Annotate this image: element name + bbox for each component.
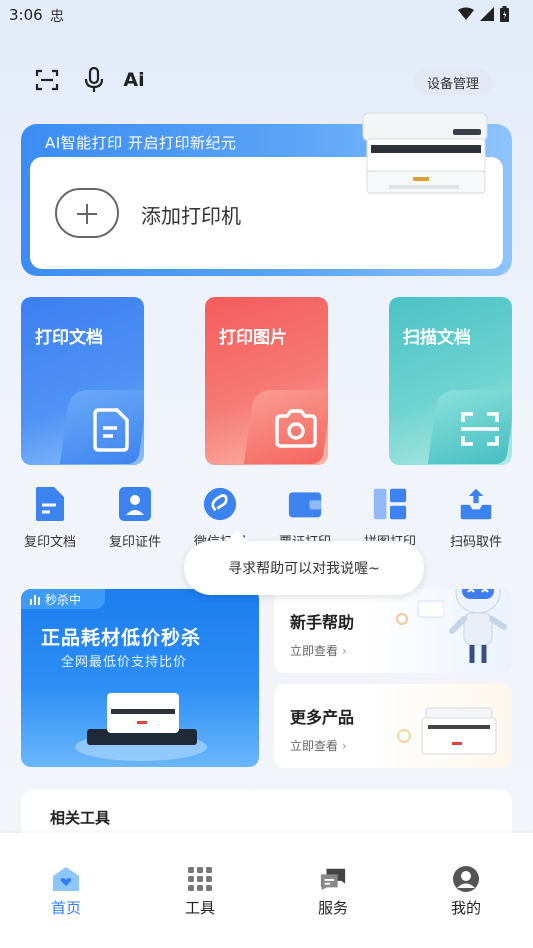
tool-label: 复印证件 bbox=[108, 535, 161, 550]
scan-icon[interactable] bbox=[34, 67, 60, 93]
bar-chart-icon bbox=[30, 595, 40, 605]
tool-copy-document[interactable]: 复印文档 bbox=[20, 484, 80, 550]
help-card-link-label: 立即查看 bbox=[290, 644, 339, 658]
status-indicators bbox=[458, 6, 509, 22]
more-card-link[interactable]: 立即查看 › bbox=[290, 737, 347, 754]
more-card-link-label: 立即查看 bbox=[290, 739, 339, 753]
tab-label: 首页 bbox=[50, 899, 81, 917]
related-tools-title: 相关工具 bbox=[50, 809, 111, 827]
battery-icon bbox=[500, 6, 509, 22]
tool-copy-id[interactable]: 复印证件 bbox=[105, 484, 165, 550]
tab-service[interactable]: 服务 bbox=[303, 865, 363, 918]
scan-frame-icon bbox=[461, 412, 499, 446]
print-document-card[interactable]: 打印文档 bbox=[21, 297, 144, 465]
banner-slogan: AI智能打印 开启打印新纪元 bbox=[45, 134, 237, 152]
print-photo-label: 打印图片 bbox=[219, 328, 287, 348]
printer-illustration bbox=[362, 112, 488, 194]
device-manage-button[interactable]: 设备管理 bbox=[414, 69, 492, 95]
notification-icon: 忠 bbox=[50, 9, 64, 25]
ai-label: Ai bbox=[123, 69, 145, 91]
signal-icon bbox=[480, 7, 494, 21]
wifi-icon bbox=[458, 7, 474, 20]
home-icon bbox=[52, 865, 80, 893]
promo-printer-illustration bbox=[75, 693, 207, 761]
flash-sale-tag: 秒杀中 bbox=[21, 589, 105, 609]
microphone-icon[interactable] bbox=[81, 67, 107, 93]
promo-subtitle: 全网最低价支持比价 bbox=[61, 655, 188, 670]
printer-product-illustration bbox=[397, 707, 497, 755]
tab-label: 我的 bbox=[450, 899, 481, 917]
camera-icon bbox=[275, 409, 317, 448]
assistant-speech-bubble: 寻求帮助可以对我说喔~ bbox=[184, 541, 424, 595]
promo-title-a: 正品耗材 bbox=[41, 627, 122, 649]
help-card-title: 新手帮助 bbox=[290, 613, 355, 632]
status-bar: 3:06 忠 bbox=[0, 0, 533, 30]
status-time: 3:06 bbox=[9, 6, 43, 24]
beginner-help-card[interactable]: 新手帮助 立即查看 › bbox=[274, 589, 512, 673]
tab-home[interactable]: 首页 bbox=[36, 865, 96, 918]
scan-document-label: 扫描文档 bbox=[403, 328, 471, 348]
tool-scan-pickup[interactable]: 扫码取件 bbox=[446, 484, 506, 550]
print-document-label: 打印文档 bbox=[35, 328, 103, 348]
tool-label: 复印文档 bbox=[23, 535, 76, 550]
document-icon bbox=[93, 408, 129, 452]
ai-assistant-button[interactable]: Ai bbox=[120, 67, 148, 93]
chat-bubbles-icon bbox=[319, 865, 347, 893]
wallet-icon bbox=[288, 484, 322, 524]
print-photo-card[interactable]: 打印图片 bbox=[205, 297, 328, 465]
bottom-tab-bar: 首页 工具 服务 我的 bbox=[0, 833, 533, 948]
copy-document-icon bbox=[33, 484, 67, 524]
wechat-icon bbox=[203, 484, 237, 524]
tab-label: 服务 bbox=[317, 899, 348, 917]
flash-sale-tag-label: 秒杀中 bbox=[45, 592, 82, 607]
tab-label: 工具 bbox=[184, 899, 215, 917]
tool-label: 扫码取件 bbox=[449, 535, 502, 550]
tab-profile[interactable]: 我的 bbox=[436, 865, 496, 918]
help-decoration bbox=[396, 600, 444, 625]
id-card-icon bbox=[118, 484, 152, 524]
more-card-title: 更多产品 bbox=[290, 708, 355, 727]
grid-dots-icon bbox=[186, 865, 214, 893]
robot-assistant-icon[interactable] bbox=[444, 589, 512, 667]
promo-flash-sale-banner[interactable]: 秒杀中 正品耗材低价秒杀 全网最低价支持比价 bbox=[21, 589, 259, 767]
user-avatar-icon bbox=[452, 865, 480, 893]
help-card-link[interactable]: 立即查看 › bbox=[290, 642, 347, 659]
promo-title: 正品耗材低价秒杀 bbox=[41, 623, 201, 650]
more-products-card[interactable]: 更多产品 立即查看 › bbox=[274, 684, 512, 768]
upload-tray-icon bbox=[459, 484, 493, 524]
add-printer-label: 添加打印机 bbox=[141, 204, 241, 228]
tab-tools[interactable]: 工具 bbox=[170, 865, 230, 918]
add-icon bbox=[55, 188, 119, 238]
grid-icon bbox=[373, 484, 407, 524]
promo-title-b: 低价秒杀 bbox=[121, 627, 202, 649]
scan-document-card[interactable]: 扫描文档 bbox=[389, 297, 512, 465]
